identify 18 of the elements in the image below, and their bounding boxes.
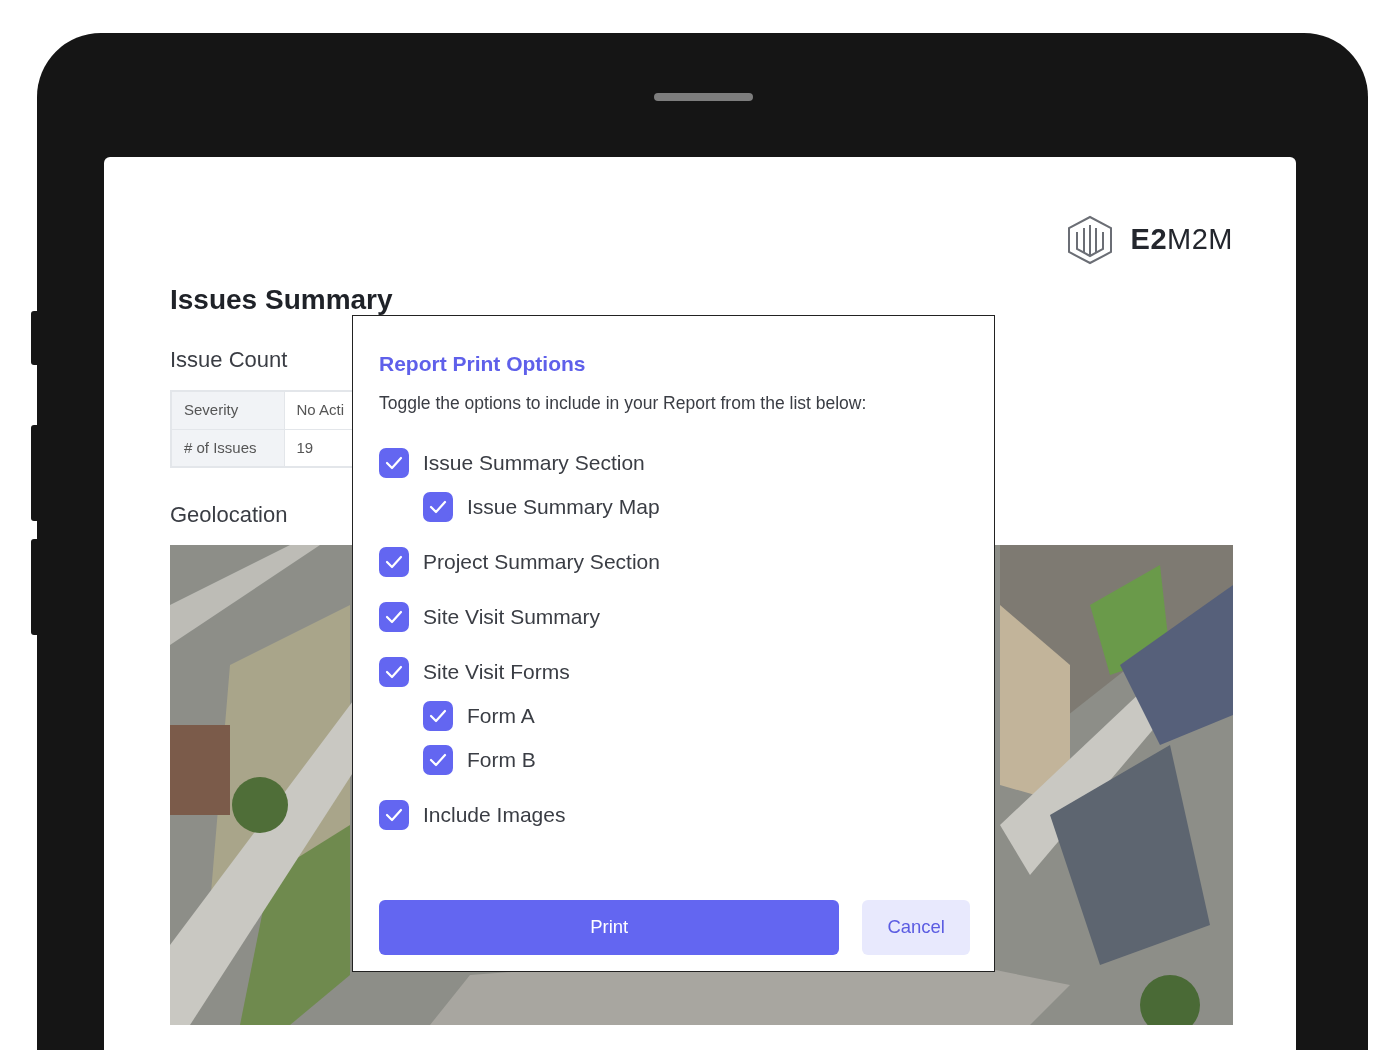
page-title: Issues Summary bbox=[170, 283, 393, 317]
option-label: Site Visit Forms bbox=[423, 659, 570, 685]
row-header-cell: Severity bbox=[171, 391, 284, 429]
dialog-title: Report Print Options bbox=[379, 351, 587, 377]
option-label: Issue Summary Section bbox=[423, 450, 645, 476]
option-label: Project Summary Section bbox=[423, 549, 660, 575]
option-label: Form A bbox=[467, 703, 535, 729]
option-label: Site Visit Summary bbox=[423, 604, 600, 630]
print-button[interactable]: Print bbox=[379, 899, 840, 955]
row-header-cell: # of Issues bbox=[171, 429, 284, 467]
logo-text: E2M2M bbox=[1130, 222, 1233, 258]
dialog-subtitle: Toggle the options to include in your Report from the list below: bbox=[379, 391, 868, 415]
option-label: Form B bbox=[467, 747, 536, 773]
option-label: Issue Summary Map bbox=[467, 494, 660, 520]
section-heading: Issue Count bbox=[170, 346, 288, 374]
cancel-button[interactable]: Cancel bbox=[862, 899, 970, 955]
section-heading: Geolocation bbox=[170, 501, 288, 529]
option-label: Include Images bbox=[423, 802, 566, 828]
